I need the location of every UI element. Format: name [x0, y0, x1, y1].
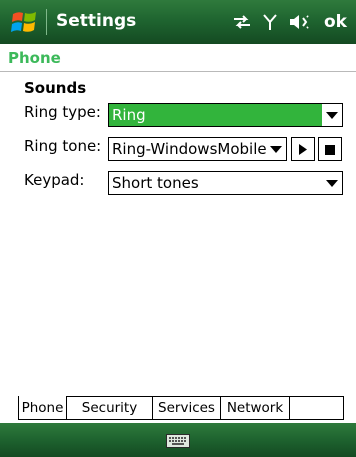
stop-button[interactable]	[318, 137, 342, 161]
soft-key-bar	[0, 423, 356, 457]
ring-type-label: Ring type:	[24, 103, 101, 121]
tab-strip: Phone Security Services Network	[18, 396, 344, 420]
status-area: ok	[232, 0, 356, 44]
ring-tone-dropdown[interactable]: Ring-WindowsMobile	[108, 137, 287, 161]
signal-antenna-icon[interactable]	[262, 13, 278, 31]
page-title: Phone	[8, 49, 61, 67]
keypad-dropdown[interactable]: Short tones	[108, 171, 343, 195]
section-title-sounds: Sounds	[24, 79, 87, 97]
keypad-label: Keypad:	[24, 171, 85, 189]
chevron-down-icon	[266, 138, 286, 160]
ok-button[interactable]: ok	[324, 12, 347, 32]
play-button[interactable]	[291, 137, 315, 161]
window-title: Settings	[56, 11, 137, 31]
play-icon	[299, 140, 307, 159]
keyboard-icon[interactable]	[166, 433, 190, 452]
tab-strip-filler	[290, 396, 344, 420]
tab-services[interactable]: Services	[153, 396, 221, 420]
sounds-panel: Sounds Ring type: Ring Ring tone: Ring-W…	[0, 73, 356, 393]
tab-network[interactable]: Network	[221, 396, 290, 420]
volume-icon[interactable]	[288, 13, 310, 31]
chevron-down-icon	[322, 172, 342, 194]
ring-tone-value: Ring-WindowsMobile	[112, 140, 266, 158]
connectivity-icon[interactable]	[232, 13, 252, 31]
ring-tone-label: Ring tone:	[24, 137, 102, 155]
stop-icon	[325, 140, 335, 159]
ring-type-dropdown[interactable]: Ring	[108, 103, 343, 127]
keypad-value: Short tones	[112, 174, 199, 192]
title-separator	[46, 9, 47, 35]
tab-phone[interactable]: Phone	[18, 396, 67, 420]
windows-start-icon[interactable]	[10, 8, 40, 36]
title-bar: Settings ok	[0, 0, 356, 44]
chevron-down-icon	[322, 104, 342, 126]
ring-type-value: Ring	[112, 106, 146, 124]
page-header: Phone	[0, 44, 356, 72]
tab-security[interactable]: Security	[67, 396, 153, 420]
